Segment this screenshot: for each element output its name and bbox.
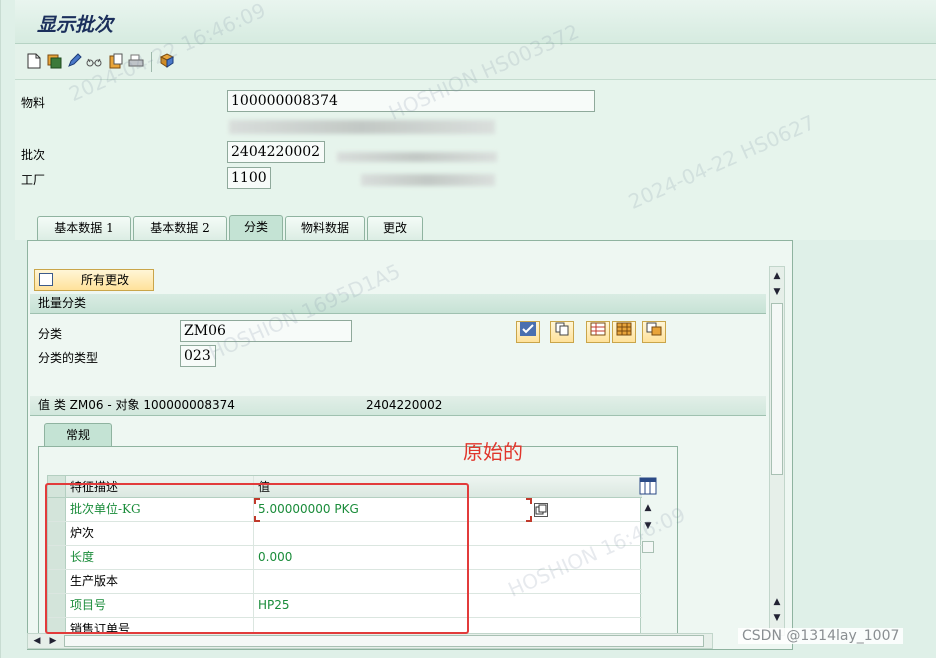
scroll-up-icon[interactable]: ▲ (770, 595, 784, 609)
class-type-label: 分类的类型 (38, 351, 99, 365)
annotation-label: 原始的 (463, 440, 523, 464)
clipboard-icon[interactable] (107, 53, 124, 70)
table-icon (39, 273, 53, 286)
value-help-icon[interactable] (534, 503, 548, 517)
grid-table-icon[interactable] (612, 321, 636, 343)
new-document-icon[interactable] (25, 53, 42, 70)
plant-label: 工厂 (21, 173, 46, 187)
annotation-highlight-box (45, 483, 469, 634)
tab-material-data[interactable]: 物料数据 (285, 216, 365, 240)
values-class: ZM06 - (69, 398, 112, 412)
application-toolbar (15, 44, 936, 80)
scroll-thumb[interactable] (642, 541, 654, 553)
scroll-thumb[interactable] (771, 303, 783, 475)
material-description-redacted (229, 120, 495, 134)
scroll-right-icon[interactable]: ▶ (46, 634, 60, 648)
values-header: 值 类 ZM06 - 对象 100000008374 2404220002 (30, 396, 766, 416)
detail-view-icon[interactable] (642, 321, 666, 343)
save-icon[interactable] (45, 53, 62, 70)
panel-vertical-scrollbar[interactable]: ▲ ▼ ▲ ▼ (769, 266, 785, 636)
footer-credit: CSDN @1314lay_1007 (738, 628, 904, 644)
column-config-icon[interactable] (639, 477, 657, 495)
grid-vertical-scrollbar[interactable]: ▲ ▼ (641, 501, 657, 621)
copy-icon[interactable] (550, 321, 574, 343)
material-label: 物料 (21, 96, 46, 110)
scroll-up-icon[interactable]: ▲ (770, 269, 784, 283)
scroll-left-icon[interactable]: ◀ (30, 634, 44, 648)
all-changes-label: 所有更改 (81, 273, 130, 287)
scroll-down-icon[interactable]: ▼ (770, 611, 784, 625)
values-object: 100000008374 (143, 398, 235, 412)
scroll-up-icon[interactable]: ▲ (641, 501, 655, 515)
material-field[interactable]: 100000008374 (227, 90, 595, 112)
tab-changes[interactable]: 更改 (367, 216, 423, 240)
class-field[interactable]: ZM06 (180, 320, 352, 342)
edit-marker-top-right (526, 498, 532, 504)
edit-marker-bottom-right (526, 516, 532, 522)
tab-basic-data-2[interactable]: 基本数据 2 (133, 216, 227, 240)
title-bar: 显示批次 (15, 0, 936, 44)
edit-pencil-icon[interactable] (65, 53, 82, 70)
batch-field[interactable]: 2404220002 (227, 141, 325, 163)
print-icon[interactable] (127, 53, 144, 70)
insert-row-icon[interactable] (586, 321, 610, 343)
plant-description-redacted (361, 174, 495, 186)
batch-label: 批次 (21, 148, 46, 162)
check-icon[interactable] (516, 321, 540, 343)
glasses-display-icon[interactable] (85, 53, 102, 70)
class-label: 分类 (38, 327, 63, 341)
horizontal-scrollbar[interactable]: ◀ ▶ (27, 633, 713, 649)
batch-classification-header: 批量分类 (30, 294, 766, 314)
scroll-thumb[interactable] (64, 635, 704, 647)
toolbar-separator (151, 52, 152, 72)
batch-redacted (337, 152, 497, 162)
tab-general[interactable]: 常规 (44, 423, 112, 447)
all-changes-button[interactable]: 所有更改 (34, 269, 154, 291)
values-batch: 2404220002 (366, 398, 443, 412)
sap-window: 显示批次 物料 100000008374 批次 2404220002 工厂 11… (0, 0, 936, 658)
values-prefix: 值 类 (38, 398, 66, 412)
scroll-down-icon[interactable]: ▼ (641, 519, 655, 533)
transport-icon[interactable] (159, 53, 176, 70)
window-title: 显示批次 (37, 14, 114, 36)
tab-classification[interactable]: 分类 (229, 215, 283, 241)
tab-basic-data-1[interactable]: 基本数据 1 (37, 216, 131, 240)
scroll-down-icon[interactable]: ▼ (770, 285, 784, 299)
values-object-label: 对象 (115, 398, 140, 412)
class-type-field[interactable]: 023 (180, 345, 216, 367)
plant-field[interactable]: 1100 (227, 167, 271, 189)
